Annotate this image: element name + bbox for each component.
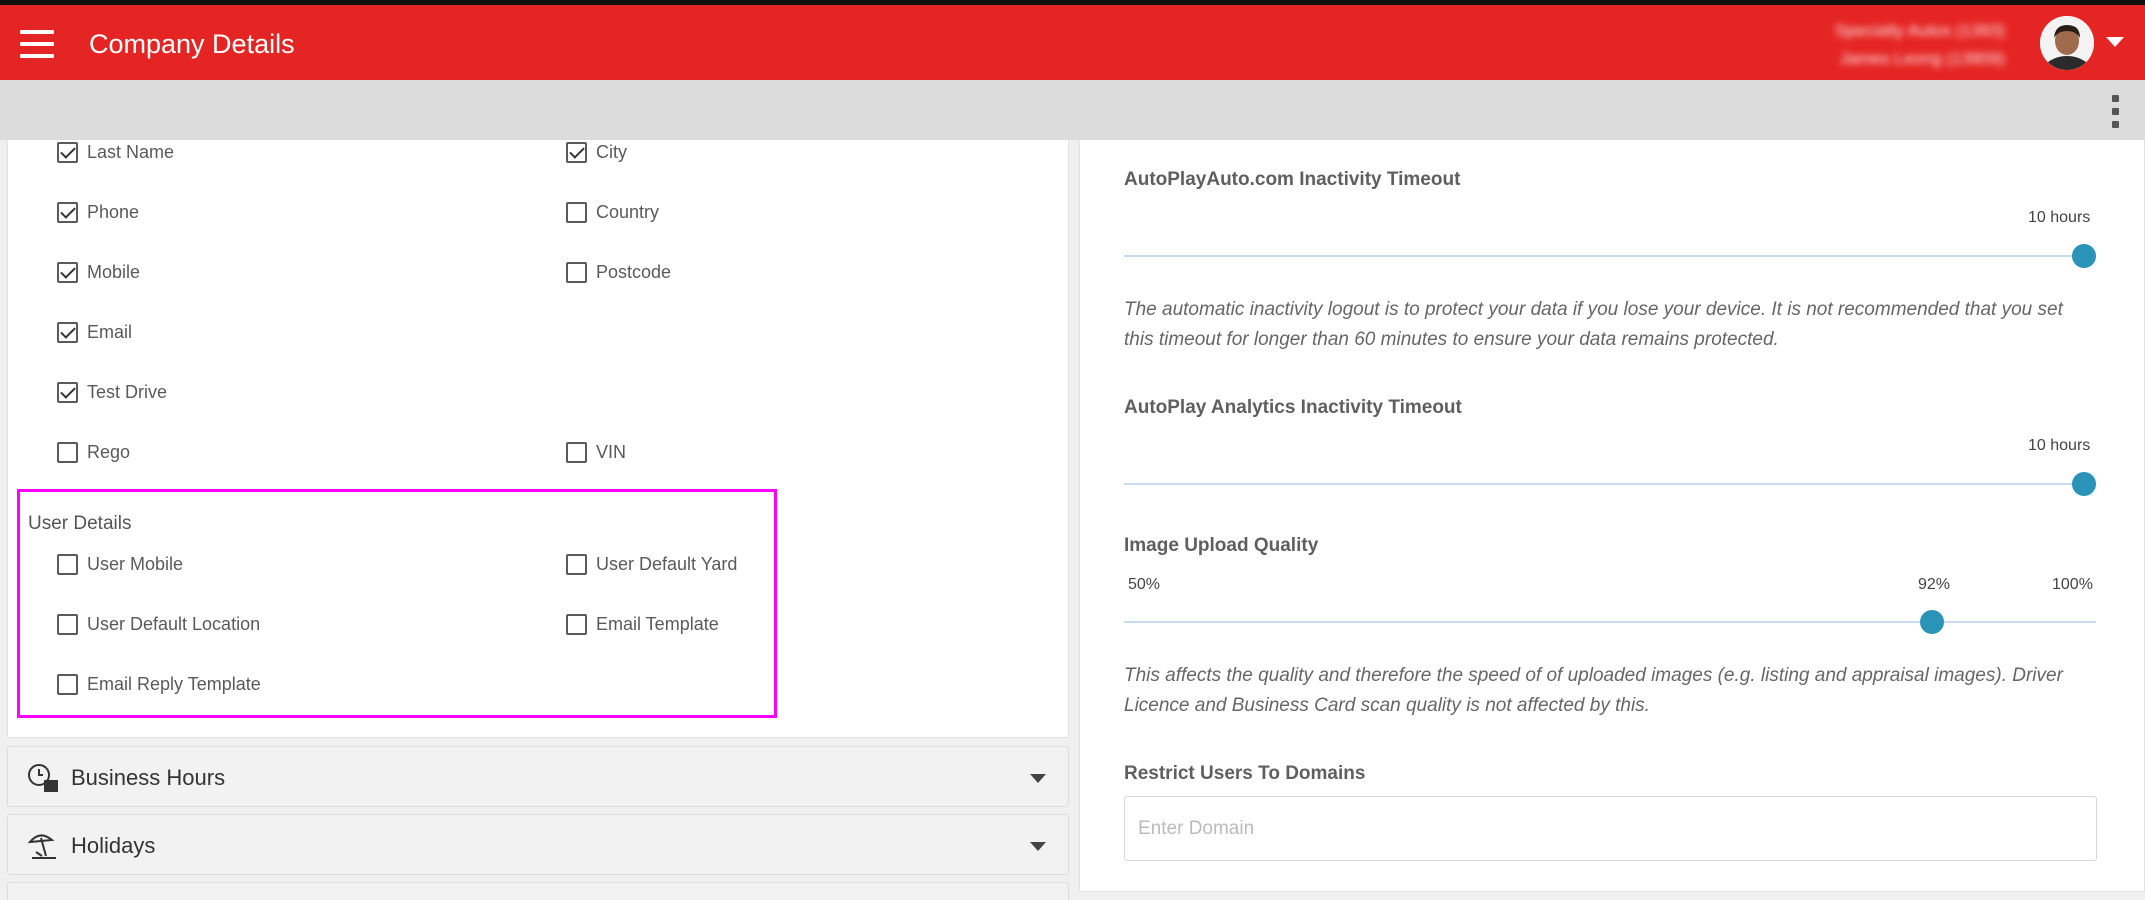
checkbox-vin[interactable]: VIN: [566, 440, 626, 464]
checkbox[interactable]: [57, 441, 78, 463]
checkbox-label: Rego: [87, 441, 131, 462]
beach-umbrella-icon: [27, 834, 56, 859]
page-title: Company Details: [89, 29, 295, 59]
checkbox-test-drive[interactable]: Test Drive: [57, 380, 167, 404]
chevron-down-icon[interactable]: [1030, 842, 1046, 851]
checkbox-user-mobile[interactable]: User Mobile: [57, 552, 183, 576]
autoplay-timeout-value: 10 hours: [2028, 209, 2091, 226]
checkbox-label: Phone: [87, 201, 140, 222]
analytics-timeout-title: AutoPlay Analytics Inactivity Timeout: [1124, 397, 1462, 418]
avatar[interactable]: [2040, 16, 2094, 70]
checkbox-country[interactable]: Country: [566, 200, 659, 224]
clock-calendar-icon: [28, 764, 58, 792]
dealer-name: Specialty Autos (1393): [1834, 21, 2005, 40]
user-info: Specialty Autos (1393) James Leong (1380…: [1835, 17, 2005, 73]
toolbar: [0, 80, 2145, 140]
user-details-heading: User Details: [28, 513, 132, 534]
checkbox[interactable]: [57, 201, 78, 223]
accordion-next[interactable]: [7, 882, 1069, 900]
form-fields-card: [7, 140, 1069, 738]
checkbox-mobile[interactable]: Mobile: [57, 260, 140, 284]
checkbox-label: Country: [596, 201, 660, 222]
checkbox-label: User Default Yard: [596, 553, 738, 574]
checkbox-city[interactable]: City: [566, 140, 627, 164]
image-quality-min: 50%: [1128, 576, 1161, 593]
image-quality-title: Image Upload Quality: [1124, 535, 1319, 556]
checkbox-user-default-yard[interactable]: User Default Yard: [566, 552, 737, 576]
checkbox-label: Test Drive: [87, 381, 168, 402]
analytics-timeout-thumb[interactable]: [2072, 472, 2096, 496]
checkbox-label: Mobile: [87, 261, 141, 282]
checkbox[interactable]: [57, 613, 78, 635]
analytics-timeout-value: 10 hours: [2028, 437, 2091, 454]
checkbox-rego[interactable]: Rego: [57, 440, 130, 464]
autoplay-timeout-title: AutoPlayAuto.com Inactivity Timeout: [1124, 169, 1461, 190]
checkbox[interactable]: [57, 381, 78, 403]
checkbox-label: Last Name: [87, 141, 175, 162]
checkbox-label: Email: [87, 321, 133, 342]
checkbox[interactable]: [57, 673, 78, 695]
autoplay-timeout-slider[interactable]: [1124, 255, 2096, 257]
user-name: James Leong (13809): [1839, 49, 2005, 68]
hamburger-menu-icon[interactable]: [20, 30, 56, 58]
checkbox[interactable]: [57, 553, 78, 575]
checkbox-email-reply-template[interactable]: Email Reply Template: [57, 672, 261, 696]
checkbox[interactable]: [566, 441, 587, 463]
checkbox-postcode[interactable]: Postcode: [566, 260, 671, 284]
analytics-timeout-slider[interactable]: [1124, 483, 2096, 485]
checkbox[interactable]: [566, 141, 587, 163]
checkbox-label: User Default Location: [87, 613, 261, 634]
checkbox-user-default-location[interactable]: User Default Location: [57, 612, 260, 636]
checkbox[interactable]: [57, 321, 78, 343]
checkbox-label: Email Template: [596, 613, 719, 634]
checkbox-email-template[interactable]: Email Template: [566, 612, 719, 636]
account-dropdown-icon[interactable]: [2106, 37, 2124, 47]
autoplay-timeout-thumb[interactable]: [2072, 244, 2096, 268]
checkbox-phone[interactable]: Phone: [57, 200, 139, 224]
accordion-holidays[interactable]: Holidays: [7, 814, 1069, 875]
checkbox[interactable]: [566, 201, 587, 223]
checkbox-label: City: [596, 141, 627, 162]
quality-note: This affects the quality and therefore t…: [1124, 665, 2063, 716]
checkbox-label: Postcode: [596, 261, 672, 282]
checkbox[interactable]: [566, 553, 587, 575]
accordion-business-hours[interactable]: Business Hours: [7, 746, 1069, 807]
timeout-note: The automatic inactivity logout is to pr…: [1124, 299, 2063, 350]
restrict-domains-title: Restrict Users To Domains: [1124, 763, 1366, 784]
domain-input[interactable]: [1124, 796, 2097, 861]
checkbox-label: User Mobile: [87, 553, 184, 574]
checkbox-label: Email Reply Template: [87, 673, 261, 694]
checkbox-label: VIN: [596, 441, 627, 462]
checkbox[interactable]: [566, 261, 587, 283]
more-options-icon[interactable]: [2102, 92, 2128, 132]
checkbox[interactable]: [57, 261, 78, 283]
checkbox[interactable]: [566, 613, 587, 635]
accordion-label: Business Hours: [71, 765, 226, 790]
chevron-down-icon[interactable]: [1030, 774, 1046, 783]
checkbox-last-name[interactable]: Last Name: [57, 140, 174, 164]
image-quality-value: 92%: [1918, 576, 1951, 593]
checkbox-email[interactable]: Email: [57, 320, 132, 344]
checkbox[interactable]: [57, 141, 78, 163]
image-quality-max: 100%: [2052, 576, 2093, 593]
accordion-label: Holidays: [71, 833, 156, 858]
image-quality-slider[interactable]: [1124, 621, 2096, 623]
image-quality-thumb[interactable]: [1920, 610, 1944, 634]
app-bar: Company Details Specialty Autos (1393) J…: [0, 5, 2145, 80]
